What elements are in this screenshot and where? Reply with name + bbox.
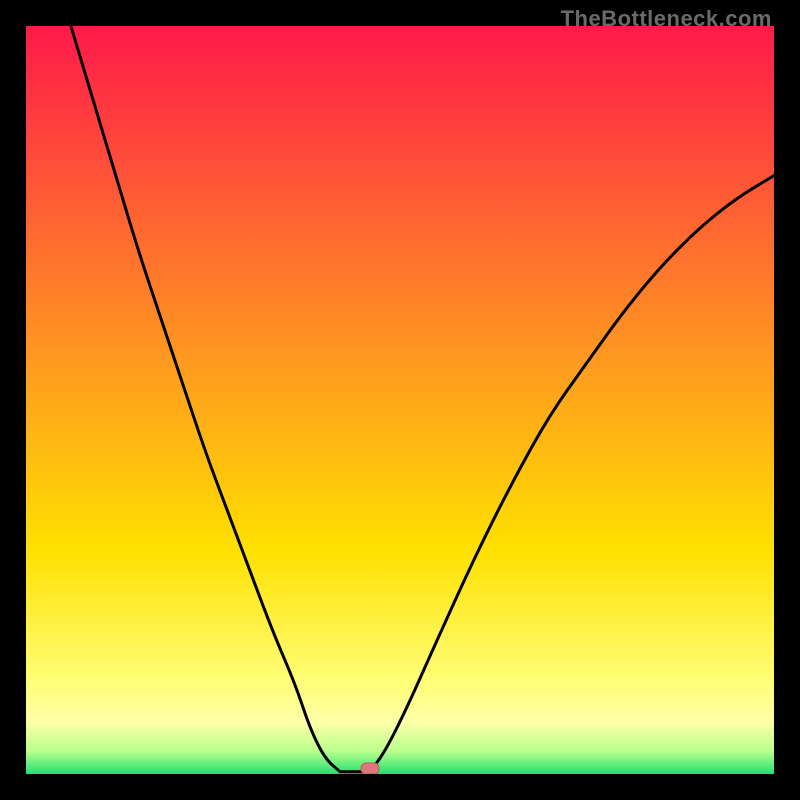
plot-area bbox=[26, 26, 774, 774]
optimum-marker bbox=[361, 763, 379, 774]
watermark-text: TheBottleneck.com bbox=[561, 6, 772, 32]
gradient-background bbox=[26, 26, 774, 774]
chart-svg bbox=[26, 26, 774, 774]
chart-frame: TheBottleneck.com bbox=[0, 0, 800, 800]
